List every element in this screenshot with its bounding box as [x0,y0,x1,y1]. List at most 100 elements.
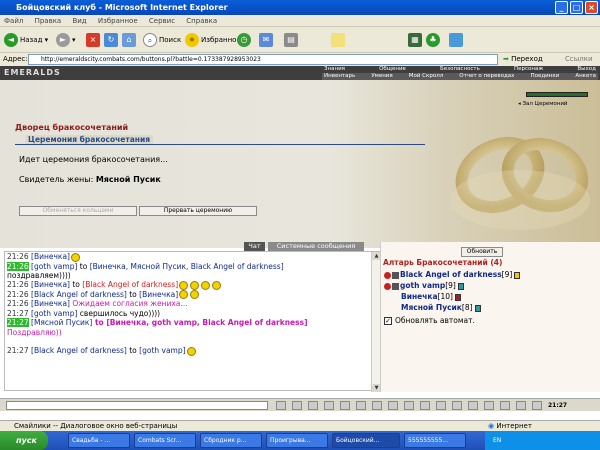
checkbox-checked-icon[interactable]: ✓ [384,317,392,325]
nav-skills[interactable]: Умения [369,73,394,80]
nav-transfers[interactable]: Отчет о переводах [457,73,516,80]
filter-icon[interactable] [308,401,318,410]
edit-button[interactable] [331,31,347,49]
message-sender[interactable]: [Винечка] [31,280,70,289]
taskbar-item[interactable]: Сбродник р... [200,433,262,448]
language-indicator[interactable]: EN [493,437,501,444]
refresh-button[interactable]: ↻ [104,31,120,49]
maximize-icon[interactable]: □ [570,1,583,14]
taskbar-item[interactable]: 555555555... [404,433,466,448]
message-sender[interactable]: [Мясной Пусик] [31,318,92,327]
hide-icon[interactable] [532,401,542,410]
translit-icon[interactable] [372,401,382,410]
menu-help[interactable]: Справка [186,17,217,25]
clover-button[interactable]: ♣ [426,31,442,49]
message-sender[interactable]: [Винечка] [31,299,70,308]
pencil-icon[interactable] [292,401,302,410]
history-button[interactable]: ◷ [237,31,253,49]
menu-file[interactable]: Файл [4,17,23,25]
message-time[interactable]: 21:26 [7,280,29,289]
nav-knowledge[interactable]: Знания [322,66,347,73]
nav-chat[interactable]: Общение [377,66,408,73]
message-recipients[interactable]: [Винечка, goth vamp, Black Angel of dark… [106,318,307,327]
message-recipients[interactable]: [Black Angel of darkness] [82,280,178,289]
message-sender[interactable]: [Black Angel of darkness] [31,290,127,299]
message-recipients[interactable]: [Винечка] [139,290,178,299]
message-time[interactable]: 21:27 [7,318,29,328]
sound-icon[interactable] [404,401,414,410]
settings-icon[interactable] [420,401,430,410]
mail-button[interactable]: ✉ [259,31,275,49]
start-button[interactable]: пуск [0,431,48,450]
address-input[interactable]: http://emeraldscity.combats.com/buttons.… [28,54,498,65]
message-sender[interactable]: [goth vamp] [31,309,77,318]
message-time[interactable]: 21:27 [7,346,29,355]
clear-icon[interactable] [324,401,334,410]
taskbar-item[interactable]: Combats Scr... [134,433,196,448]
taskbar-item-active[interactable]: Бойцовский... [332,433,400,448]
color-icon[interactable] [388,401,398,410]
tab-chat[interactable]: Чат [244,242,265,251]
expand-icon[interactable] [452,401,462,410]
message-time[interactable]: 21:26 [7,252,29,261]
message-time[interactable]: 21:27 [7,309,29,318]
home-button[interactable]: ⌂ [122,31,138,49]
messenger-button[interactable]: ▦ [408,31,424,49]
pause-icon[interactable] [356,401,366,410]
links-label[interactable]: Ссылки [565,53,593,66]
log-icon[interactable] [500,401,510,410]
send-icon[interactable] [516,401,526,410]
message-time[interactable]: 21:26 [7,261,29,271]
nav-character[interactable]: Персонаж [512,66,545,73]
message-time[interactable]: 21:26 [7,290,29,299]
altar-person[interactable]: goth vamp[9] [384,281,464,290]
menu-edit[interactable]: Правка [35,17,62,25]
chat-scrollbar[interactable]: ▲ ▼ [371,252,381,392]
altar-person[interactable]: Винечка[10] [401,292,461,301]
nav-inventory[interactable]: Инвентарь [322,73,357,80]
mail-icon[interactable] [468,401,478,410]
forward-button[interactable]: ► ▾ [56,31,76,49]
nav-battles[interactable]: Поединки [528,73,561,80]
people-icon[interactable] [340,401,350,410]
tab-system-messages[interactable]: Системные сообщения [268,242,364,251]
close-icon[interactable]: × [585,1,598,14]
taskbar-item[interactable]: Свадьба - ... [68,433,130,448]
print-button[interactable]: ▤ [284,31,300,49]
menu-view[interactable]: Вид [72,17,86,25]
stop-button[interactable]: × [86,31,102,49]
search-button[interactable]: ⌕ Поиск [143,31,181,49]
message-recipients[interactable]: [Винечка, Мясной Пусик, Black Angel of d… [90,262,284,271]
chat-message: 21:26 [Винечка] to [Black Angel of darkn… [7,280,369,290]
nav-exit[interactable]: Выход [575,66,598,73]
chat-message-input[interactable] [6,401,268,410]
help-icon[interactable] [436,401,446,410]
message-time[interactable]: 21:26 [7,299,29,308]
zoom-icon[interactable] [484,401,494,410]
message-sender[interactable]: [goth vamp] [31,262,77,271]
refresh-button[interactable]: Обновить [461,247,503,257]
auto-refresh-checkbox[interactable]: ✓ Обновлять автомат. [384,316,475,325]
go-button[interactable]: ➡ Переход [503,53,543,66]
message-sender[interactable]: [Black Angel of darkness] [31,346,127,355]
taskbar-item[interactable]: Проигрыва... [266,433,328,448]
minimize-icon[interactable]: _ [555,1,568,14]
altar-person[interactable]: Black Angel of darkness[9] [384,270,521,279]
back-button[interactable]: ◄ Назад ▾ [4,31,48,49]
smiley-icon[interactable] [276,401,286,410]
exit-ceremony-link[interactable]: ◂ Зал Церемоний [518,101,590,107]
message-sender[interactable]: [Винечка] [31,252,70,261]
nav-security[interactable]: Безопасность [438,66,482,73]
extra-button[interactable] [449,31,465,49]
nav-profile[interactable]: Анкета [573,73,598,80]
message-recipients[interactable]: [goth vamp] [139,346,185,355]
exchange-rings-button[interactable]: Обменяться кольцами [19,206,137,216]
menu-favorites[interactable]: Избранное [98,17,138,25]
favorites-button[interactable]: ★ Избранное [185,31,241,49]
nav-scroll[interactable]: Мой Скролл [407,73,445,80]
message-to-prefix: to [69,280,83,290]
menu-tools[interactable]: Сервис [149,17,175,25]
altar-person[interactable]: Мясной Пусик[8] [401,303,481,312]
section-title: Церемония бракосочетания [25,135,154,144]
stop-ceremony-button[interactable]: Прервать церемонию [139,206,257,216]
